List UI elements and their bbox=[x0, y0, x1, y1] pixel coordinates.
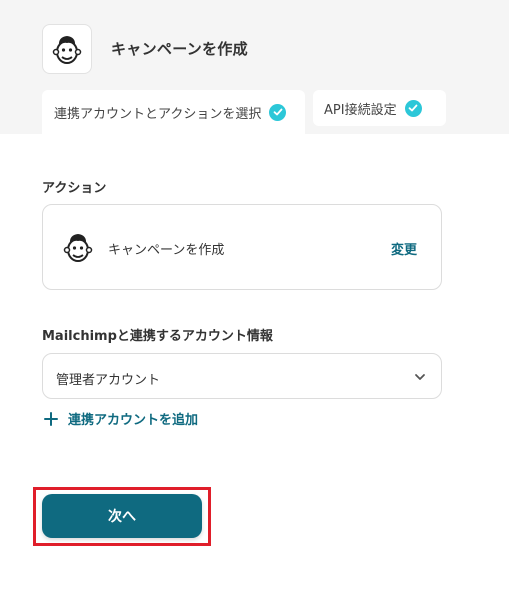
check-icon bbox=[404, 99, 422, 117]
tab-label: 連携アカウントとアクションを選択 bbox=[54, 106, 262, 122]
tab-label: API接続設定 bbox=[324, 102, 397, 118]
check-icon bbox=[269, 103, 287, 121]
account-select-value: 管理者アカウント bbox=[56, 373, 161, 388]
mailchimp-icon bbox=[52, 36, 82, 64]
action-card: キャンペーンを作成 変更 bbox=[42, 204, 442, 290]
mailchimp-icon bbox=[63, 234, 93, 262]
page-title: キャンペーンを作成 bbox=[111, 40, 248, 58]
app-icon-container bbox=[42, 24, 92, 74]
action-section-label: アクション bbox=[42, 181, 107, 196]
change-action-link[interactable]: 変更 bbox=[391, 239, 417, 258]
account-section-label: Mailchimpと連携するアカウント情報 bbox=[42, 329, 273, 344]
header-area: キャンペーンを作成 連携アカウントとアクションを選択 API接続設定 bbox=[0, 0, 509, 134]
tab-api-settings[interactable]: API接続設定 bbox=[313, 90, 446, 126]
action-name: キャンペーンを作成 bbox=[108, 243, 225, 258]
plus-icon bbox=[44, 411, 58, 426]
add-account-label: 連携アカウントを追加 bbox=[68, 413, 199, 428]
account-select[interactable]: 管理者アカウント bbox=[42, 353, 442, 399]
chevron-down-icon bbox=[415, 374, 425, 380]
add-account-link[interactable]: 連携アカウントを追加 bbox=[44, 409, 198, 428]
next-button[interactable]: 次へ bbox=[42, 494, 202, 538]
tab-select-account-action[interactable]: 連携アカウントとアクションを選択 bbox=[42, 90, 305, 134]
